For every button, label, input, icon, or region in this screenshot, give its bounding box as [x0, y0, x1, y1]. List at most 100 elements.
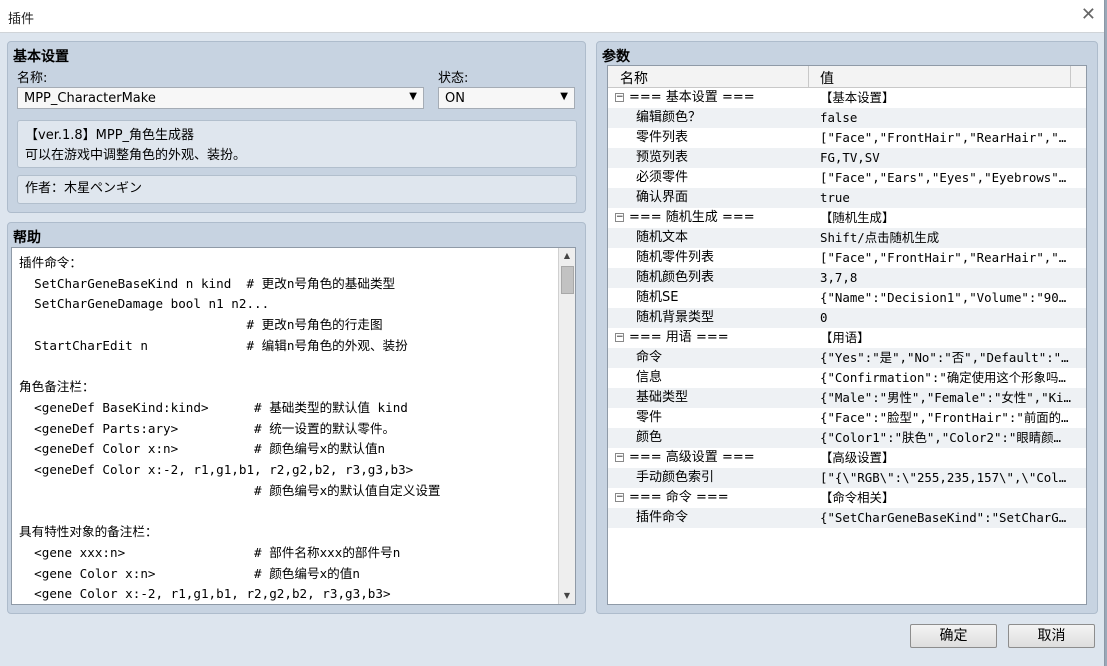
- parameter-row[interactable]: 随机零件列表 ["Face","FrontHair","RearHair","Be…: [608, 248, 1086, 268]
- parameter-row[interactable]: 手动颜色索引 ["{\"RGB\":\"255,235,157\",\"Color…: [608, 468, 1086, 488]
- help-text-area[interactable]: 插件命令： SetCharGeneBaseKind n kind # 更改n号角…: [11, 247, 576, 605]
- parameter-value: false: [820, 110, 858, 125]
- scroll-down-icon[interactable]: ▼: [559, 588, 575, 604]
- parameter-name: === 基本设置 ===: [629, 90, 755, 105]
- parameter-group-row[interactable]: − === 用语 === 【用语】: [608, 328, 1086, 348]
- parameter-name: 零件: [636, 410, 663, 425]
- parameter-value: {"Male":"男性","Female":"女性","Kid":"儿童"}: [820, 390, 1072, 405]
- parameter-row[interactable]: 确认界面 true: [608, 188, 1086, 208]
- parameter-group-row[interactable]: − === 命令 === 【命令相关】: [608, 488, 1086, 508]
- parameters-title: 参数: [602, 49, 630, 65]
- close-icon[interactable]: ✕: [1081, 4, 1096, 25]
- parameter-value: {"Confirmation":"确定使用这个形象吗？"}: [820, 370, 1072, 385]
- parameter-value: 0: [820, 310, 828, 325]
- parameter-name: 手动颜色索引: [636, 470, 715, 485]
- collapse-toggle-icon[interactable]: −: [615, 493, 624, 502]
- parameter-group-row[interactable]: − === 基本设置 === 【基本设置】: [608, 88, 1086, 108]
- parameter-name: 颜色: [636, 430, 663, 445]
- parameter-value: 【高级设置】: [820, 450, 895, 465]
- collapse-toggle-icon[interactable]: −: [615, 333, 624, 342]
- parameter-row[interactable]: 基础类型 {"Male":"男性","Female":"女性","Kid":"儿童…: [608, 388, 1086, 408]
- collapse-toggle-icon[interactable]: −: [615, 93, 624, 102]
- parameter-value: ["Face","FrontHair","RearHair","Beard","…: [820, 130, 1072, 145]
- parameter-name: 预览列表: [636, 150, 689, 165]
- parameter-row[interactable]: 编辑颜色？ false: [608, 108, 1086, 128]
- parameters-table: 名称 值 − === 基本设置 === 【基本设置】 编辑颜色？ false 零件列表 ["…: [607, 65, 1087, 605]
- plugin-dialog: 插件 ✕ 基本设置 名称: MPP_CharacterMake ▼ 状态: ON…: [0, 0, 1105, 666]
- parameter-value: {"Face":"脸型","FrontHair":"前面的头发"}: [820, 410, 1072, 425]
- parameter-value: ["Face","FrontHair","RearHair","Beard","…: [820, 250, 1072, 265]
- column-header-value[interactable]: 值: [820, 68, 834, 88]
- parameter-value: {"Yes":"是","No":"否","Default":"默认"}: [820, 350, 1072, 365]
- description-line-1: 【ver.1.8】MPP_角色生成器: [25, 128, 195, 143]
- parameter-name: 基础类型: [636, 390, 689, 405]
- description-box: 【ver.1.8】MPP_角色生成器 可以在游戏中调整角色的外观、装扮。: [17, 120, 577, 168]
- column-header-name[interactable]: 名称: [620, 68, 648, 88]
- parameter-value: Shift/点击随机生成: [820, 230, 940, 245]
- parameter-name: 命令: [636, 350, 663, 365]
- author-text: 作者：木星ペンギン: [25, 181, 143, 196]
- collapse-toggle-icon[interactable]: −: [615, 213, 624, 222]
- parameter-value: 【随机生成】: [820, 210, 895, 225]
- parameter-row[interactable]: 随机文本 Shift/点击随机生成: [608, 228, 1086, 248]
- parameter-name: 必须零件: [636, 170, 689, 185]
- parameter-name: 插件命令: [636, 510, 689, 525]
- parameter-name: 随机文本: [636, 230, 689, 245]
- parameter-value: 【命令相关】: [820, 490, 895, 505]
- parameter-name: 随机背景类型: [636, 310, 715, 325]
- parameter-row[interactable]: 必须零件 ["Face","Ears","Eyes","Eyebrows","No…: [608, 168, 1086, 188]
- plugin-name-select[interactable]: MPP_CharacterMake ▼: [17, 87, 424, 109]
- parameter-value: ["Face","Ears","Eyes","Eyebrows","Nose"]: [820, 170, 1072, 185]
- column-divider[interactable]: [808, 66, 809, 87]
- parameter-name: 随机颜色列表: [636, 270, 715, 285]
- help-text: 插件命令： SetCharGeneBaseKind n kind # 更改n号角…: [19, 255, 441, 602]
- dropdown-arrow-icon: ▼: [409, 91, 417, 102]
- parameter-row[interactable]: 颜色 {"Color1":"肤色","Color2":"眼睛颜色"}: [608, 428, 1086, 448]
- parameter-name: 编辑颜色？: [636, 110, 702, 125]
- parameter-row[interactable]: 零件 {"Face":"脸型","FrontHair":"前面的头发"}: [608, 408, 1086, 428]
- table-header: 名称 值: [608, 66, 1086, 88]
- scroll-up-icon[interactable]: ▲: [559, 248, 575, 264]
- help-title: 帮助: [13, 230, 41, 246]
- parameter-row[interactable]: 插件命令 {"SetCharGeneBaseKind":"SetCharGeneB…: [608, 508, 1086, 528]
- description-line-2: 可以在游戏中调整角色的外观、装扮。: [25, 148, 247, 163]
- status-label: 状态:: [438, 71, 469, 86]
- parameter-name: 信息: [636, 370, 663, 385]
- parameter-value: {"Color1":"肤色","Color2":"眼睛颜色"}: [820, 430, 1072, 445]
- plugin-name-value: MPP_CharacterMake: [24, 91, 156, 106]
- status-value: ON: [445, 91, 465, 106]
- parameter-name: === 随机生成 ===: [629, 210, 755, 225]
- parameter-value: ["{\"RGB\":\"255,235,157\",\"Color\":\"1…: [820, 470, 1072, 485]
- parameter-value: FG,TV,SV: [820, 150, 880, 165]
- parameter-row[interactable]: 信息 {"Confirmation":"确定使用这个形象吗？"}: [608, 368, 1086, 388]
- parameter-row[interactable]: 随机SE {"Name":"Decision1","Volume":"90","P…: [608, 288, 1086, 308]
- parameter-name: === 高级设置 ===: [629, 450, 755, 465]
- cancel-button[interactable]: 取消: [1008, 624, 1095, 648]
- help-scrollbar[interactable]: ▲ ▼: [558, 248, 575, 604]
- parameter-group-row[interactable]: − === 高级设置 === 【高级设置】: [608, 448, 1086, 468]
- parameter-name: 随机SE: [636, 290, 679, 305]
- parameter-group-row[interactable]: − === 随机生成 === 【随机生成】: [608, 208, 1086, 228]
- dropdown-arrow-icon: ▼: [560, 91, 568, 102]
- parameter-name: 确认界面: [636, 190, 689, 205]
- collapse-toggle-icon[interactable]: −: [615, 453, 624, 462]
- parameter-value: true: [820, 190, 850, 205]
- scroll-thumb[interactable]: [561, 266, 574, 294]
- parameter-value: 【用语】: [820, 330, 870, 345]
- status-select[interactable]: ON ▼: [438, 87, 575, 109]
- parameter-row[interactable]: 随机背景类型 0: [608, 308, 1086, 328]
- window-title: 插件: [8, 12, 35, 27]
- parameter-value: 3,7,8: [820, 270, 858, 285]
- parameter-value: {"SetCharGeneBaseKind":"SetCharGeneBaseK…: [820, 510, 1072, 525]
- title-bar: 插件 ✕: [0, 0, 1104, 33]
- column-divider: [1070, 66, 1071, 87]
- parameter-name: === 用语 ===: [629, 330, 729, 345]
- parameter-value: 【基本设置】: [820, 90, 895, 105]
- author-box: 作者：木星ペンギン: [17, 175, 577, 204]
- parameter-row[interactable]: 命令 {"Yes":"是","No":"否","Default":"默认"}: [608, 348, 1086, 368]
- parameter-row[interactable]: 零件列表 ["Face","FrontHair","RearHair","Bear…: [608, 128, 1086, 148]
- parameter-name: 零件列表: [636, 130, 689, 145]
- parameter-row[interactable]: 预览列表 FG,TV,SV: [608, 148, 1086, 168]
- parameter-row[interactable]: 随机颜色列表 3,7,8: [608, 268, 1086, 288]
- ok-button[interactable]: 确定: [910, 624, 997, 648]
